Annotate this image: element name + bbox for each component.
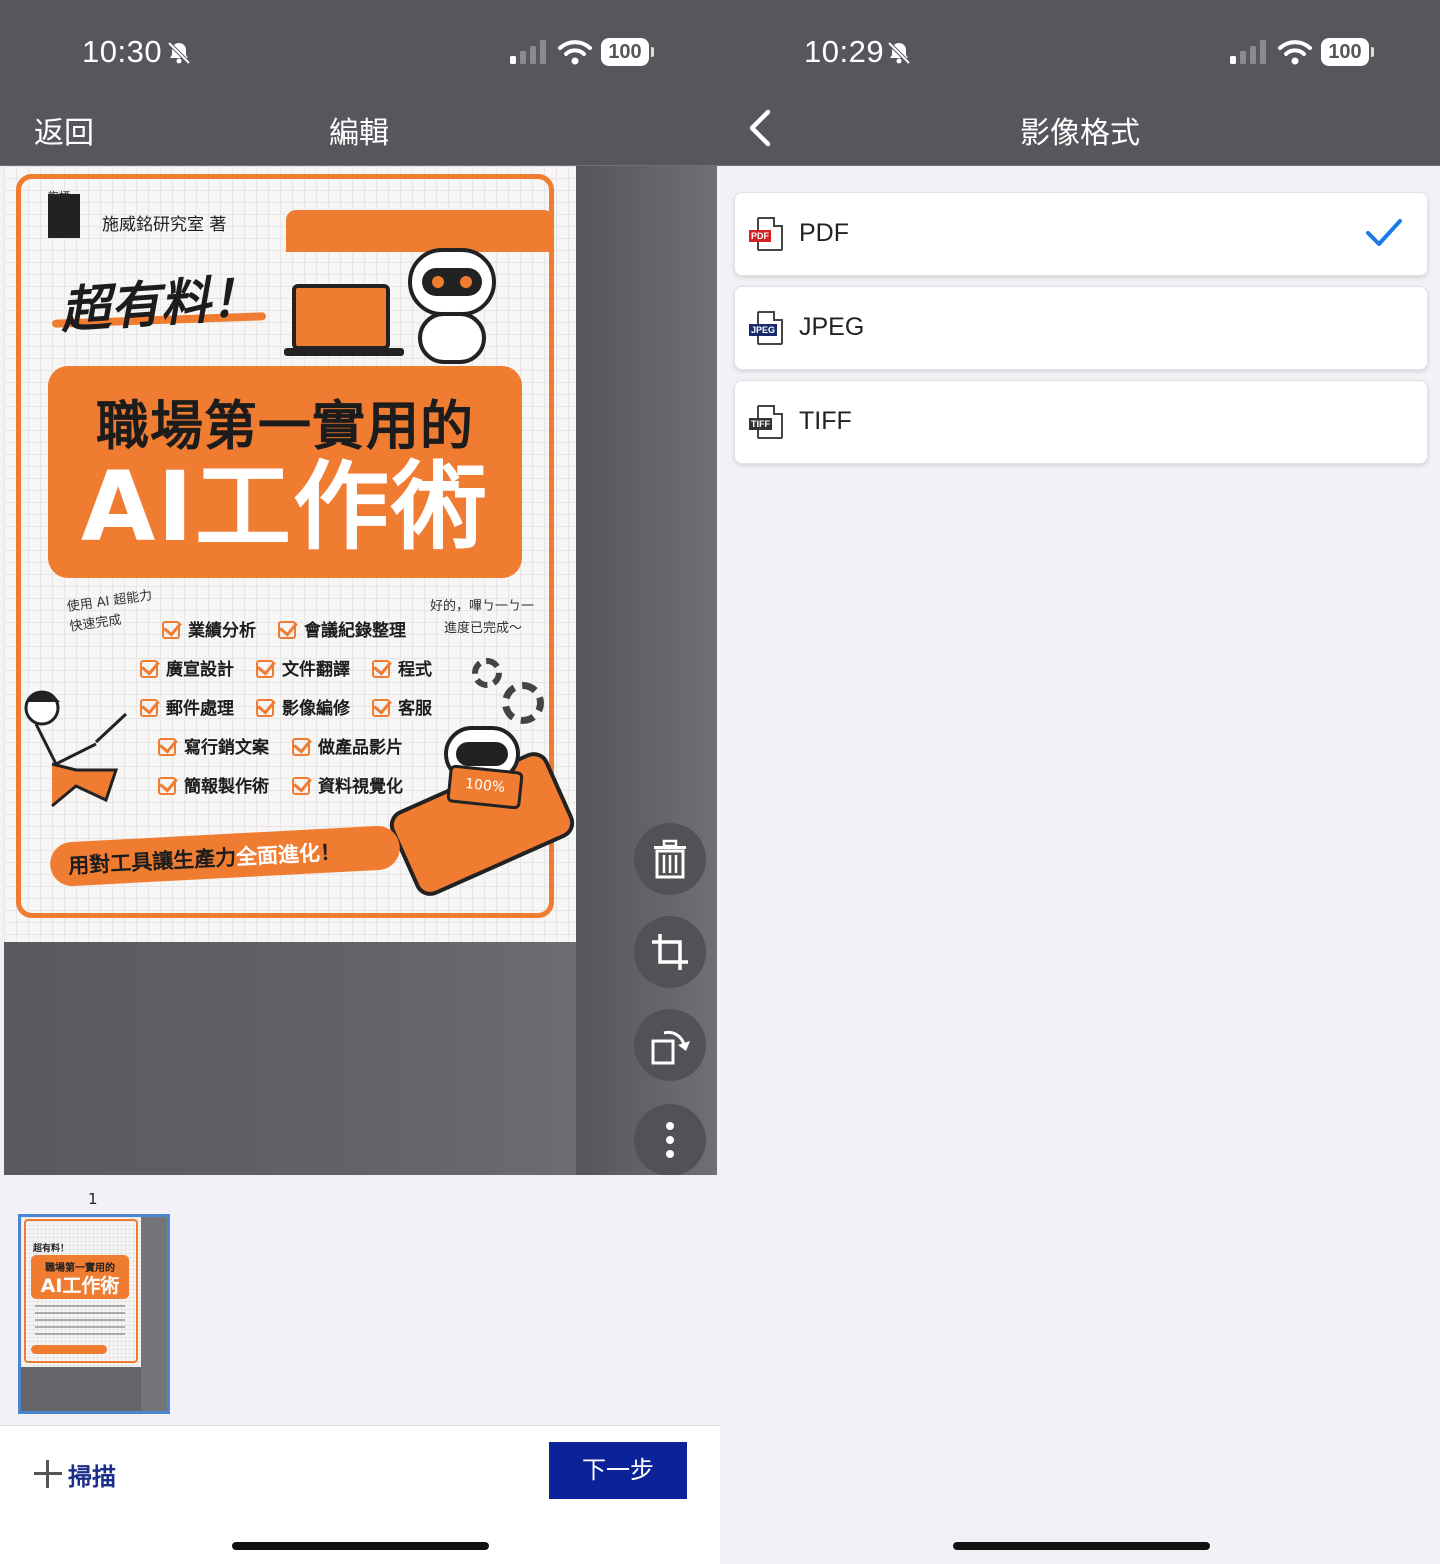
- bell-muted-icon: [167, 41, 191, 65]
- image-format-screen: 10:29 100 影像格式 PDF PDF JPEG JPEG TIFF TI…: [720, 0, 1440, 1564]
- battery-level: 100: [1328, 41, 1362, 63]
- skill-item: 會議紀錄整理: [278, 616, 406, 641]
- person-illustration-icon: [24, 690, 128, 808]
- checkmark-icon: [1366, 219, 1402, 246]
- format-label: TIFF: [799, 407, 852, 435]
- format-option-pdf[interactable]: PDF PDF: [734, 192, 1428, 276]
- skill-item: 程式: [372, 655, 432, 680]
- home-indicator[interactable]: [232, 1542, 489, 1550]
- skill-item: 業績分析: [162, 616, 256, 641]
- checkbox-icon: [278, 621, 296, 639]
- status-bar: 10:29 100: [720, 0, 1440, 100]
- page-title: 影像格式: [1020, 116, 1140, 151]
- rotate-icon: [651, 1030, 690, 1065]
- page-thumbnail[interactable]: 超有料！ 職場第一實用的 AI工作術: [18, 1214, 170, 1414]
- pdf-file-icon: PDF: [749, 217, 785, 253]
- nav-bar: 影像格式: [720, 100, 1440, 166]
- checkbox-icon: [140, 699, 158, 717]
- bell-muted-icon: [887, 41, 911, 65]
- jpeg-file-icon: JPEG: [749, 311, 785, 347]
- format-label: PDF: [799, 219, 849, 247]
- skill-item: 廣宣設計: [140, 655, 234, 680]
- tiff-file-icon: TIFF: [749, 405, 785, 441]
- checkbox-icon: [158, 738, 176, 756]
- skill-item: 寫行銷文案: [158, 733, 269, 758]
- book-title-box: 職場第一實用的 AI工作術: [48, 366, 522, 578]
- status-time: 10:29: [804, 34, 885, 69]
- checkbox-icon: [158, 777, 176, 795]
- checkbox-icon: [372, 699, 390, 717]
- skill-item: 文件翻譯: [256, 655, 350, 680]
- book-title-line1: 職場第一實用的: [96, 396, 474, 457]
- battery-icon: 100: [601, 38, 654, 66]
- status-time: 10:30: [82, 34, 163, 69]
- skill-item: 影像編修: [256, 694, 350, 719]
- format-label: JPEG: [799, 313, 865, 341]
- more-vertical-icon: [666, 1122, 674, 1158]
- skill-item: 簡報製作術: [158, 772, 269, 797]
- next-step-button[interactable]: 下一步: [549, 1442, 687, 1499]
- status-bar: 10:30 100: [0, 0, 720, 100]
- page-title: 編輯: [329, 116, 389, 151]
- book-intro-right: 好的，嗶ㄅ一ㄅ一 進度已完成～: [430, 599, 535, 636]
- format-option-tiff[interactable]: TIFF TIFF: [734, 380, 1428, 464]
- trash-icon: [654, 839, 686, 879]
- skill-item: 做產品影片: [292, 733, 403, 758]
- gear-icon: [472, 658, 502, 688]
- signal-icon: [510, 40, 546, 64]
- wifi-icon: [558, 40, 592, 65]
- signal-icon: [1230, 40, 1266, 64]
- format-option-jpeg[interactable]: JPEG JPEG: [734, 286, 1428, 370]
- flag-logo-icon: [48, 194, 80, 238]
- checkbox-icon: [256, 699, 274, 717]
- plus-icon: [34, 1460, 62, 1488]
- more-options-button[interactable]: [634, 1104, 706, 1176]
- crop-icon: [652, 934, 688, 970]
- robot-illustration-icon: [408, 248, 496, 316]
- book-author: 施威銘研究室 著: [102, 215, 227, 235]
- progress-sign: 100%: [446, 764, 524, 810]
- checkbox-icon: [140, 660, 158, 678]
- skill-item: 郵件處理: [140, 694, 234, 719]
- checkbox-icon: [256, 660, 274, 678]
- wifi-icon: [1278, 40, 1312, 65]
- scan-button[interactable]: 掃描: [34, 1454, 116, 1494]
- nav-bar: 返回 編輯: [0, 100, 720, 166]
- gear-icon: [502, 682, 544, 724]
- scanned-book-cover: 旗標 施威銘研究室 著 超有料！ 職場第一實用的 AI工作術 使用 AI 超能力…: [4, 166, 576, 942]
- home-indicator[interactable]: [953, 1542, 1210, 1550]
- skill-item: 客服: [372, 694, 432, 719]
- battery-icon: 100: [1321, 38, 1374, 66]
- thumbnail-page-number: 1: [88, 1190, 98, 1208]
- document-preview[interactable]: 旗標 施威銘研究室 著 超有料！ 職場第一實用的 AI工作術 使用 AI 超能力…: [4, 166, 717, 1176]
- laptop-illustration-icon: [292, 284, 390, 350]
- checkbox-icon: [372, 660, 390, 678]
- rotate-button[interactable]: [634, 1009, 706, 1081]
- book-subtitle: 超有料！: [58, 268, 263, 340]
- book-title-line2: AI工作術: [80, 451, 489, 563]
- checkbox-icon: [292, 777, 310, 795]
- crop-button[interactable]: [634, 916, 706, 988]
- checkbox-icon: [162, 621, 180, 639]
- battery-level: 100: [608, 41, 642, 63]
- delete-button[interactable]: [634, 823, 706, 895]
- edit-screen: 10:30 100 返回 編輯 施威銘研究室 著 超有料！ 職場第一實用的 AI…: [0, 0, 720, 1564]
- checkbox-icon: [292, 738, 310, 756]
- skill-item: 資料視覺化: [292, 772, 403, 797]
